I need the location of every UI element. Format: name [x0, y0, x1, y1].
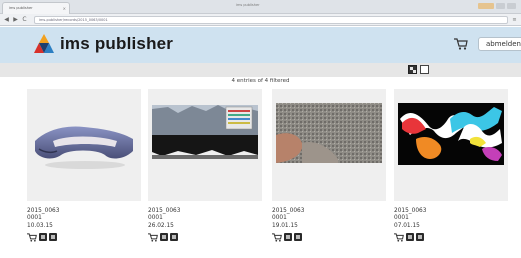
filter-info: 4 entries of 4 filtered — [231, 78, 290, 84]
cart-icon[interactable] — [394, 232, 404, 242]
cart-icon[interactable] — [27, 232, 37, 242]
window-control-icon[interactable] — [496, 3, 505, 9]
ceramic-sherd-image — [35, 126, 133, 169]
record-id: 2015_0063 — [272, 208, 305, 214]
record-date: 07.01.15 — [394, 222, 420, 229]
record-date: 10.03.15 — [27, 222, 53, 229]
card-actions — [148, 232, 178, 242]
cart-icon[interactable] — [454, 38, 468, 50]
tab-close-icon[interactable]: × — [63, 3, 66, 14]
card-thumbnail[interactable] — [27, 89, 141, 201]
card-actions — [272, 232, 302, 242]
window-title: ims publisher — [236, 3, 260, 7]
false-color-map-image — [398, 103, 504, 165]
record-id: 2015_0063 — [27, 208, 60, 214]
grid-view-icon[interactable] — [408, 65, 417, 74]
download-icon[interactable] — [160, 233, 168, 241]
download-icon[interactable] — [406, 233, 414, 241]
record-sub: 0001 — [272, 215, 287, 222]
card-meta: 2015_0063 0001 07.01.15 — [394, 208, 426, 230]
card-meta: 2015_0063 0001 26.02.15 — [148, 208, 180, 230]
menu-icon[interactable]: ≡ — [511, 16, 518, 24]
card-meta: 2015_0063 0001 19.01.15 — [272, 208, 304, 230]
list-view-icon[interactable] — [420, 65, 429, 74]
card-actions — [27, 232, 57, 242]
cart-icon[interactable] — [148, 232, 158, 242]
info-icon[interactable] — [49, 233, 57, 241]
card-thumbnail[interactable] — [272, 89, 386, 201]
card-thumbnail[interactable] — [148, 89, 262, 201]
card-meta: 2015_0063 0001 10.03.15 — [27, 208, 59, 230]
reload-icon[interactable]: C — [21, 16, 28, 23]
info-icon[interactable] — [294, 233, 302, 241]
record-date: 26.02.15 — [148, 222, 174, 229]
browser-tab[interactable]: ims publisher × — [2, 2, 70, 14]
window-control-icon[interactable] — [478, 3, 494, 9]
browser-toolbar: ◀ ▶ C ims-publisher/records/2015_0063/00… — [0, 14, 521, 26]
cart-icon[interactable] — [272, 232, 282, 242]
toolbar — [0, 63, 521, 77]
tab-title: ims publisher — [9, 6, 33, 10]
address-bar[interactable]: ims-publisher/records/2015_0063/0001 — [34, 16, 508, 24]
info-icon[interactable] — [170, 233, 178, 241]
window-control-icon[interactable] — [507, 3, 516, 9]
soil-profile-image — [152, 105, 258, 159]
download-icon[interactable] — [39, 233, 47, 241]
download-icon[interactable] — [284, 233, 292, 241]
card-thumbnail[interactable] — [394, 89, 508, 201]
window-controls[interactable] — [460, 3, 516, 9]
logo-icon[interactable] — [33, 33, 55, 55]
record-sub: 0001 — [27, 215, 42, 222]
record-sub: 0001 — [148, 215, 163, 222]
record-sub: 0001 — [394, 215, 409, 222]
user-menu-button[interactable]: abmelden — [478, 37, 521, 51]
browser-titlebar: ims publisher × ims publisher — [0, 0, 521, 14]
card-actions — [394, 232, 424, 242]
stone-surface-image — [276, 103, 382, 163]
forward-icon[interactable]: ▶ — [12, 16, 19, 23]
record-id: 2015_0063 — [148, 208, 181, 214]
back-icon[interactable]: ◀ — [3, 16, 10, 23]
brand-title: ims publisher — [60, 34, 174, 53]
info-icon[interactable] — [416, 233, 424, 241]
record-id: 2015_0063 — [394, 208, 427, 214]
record-date: 19.01.15 — [272, 222, 298, 229]
